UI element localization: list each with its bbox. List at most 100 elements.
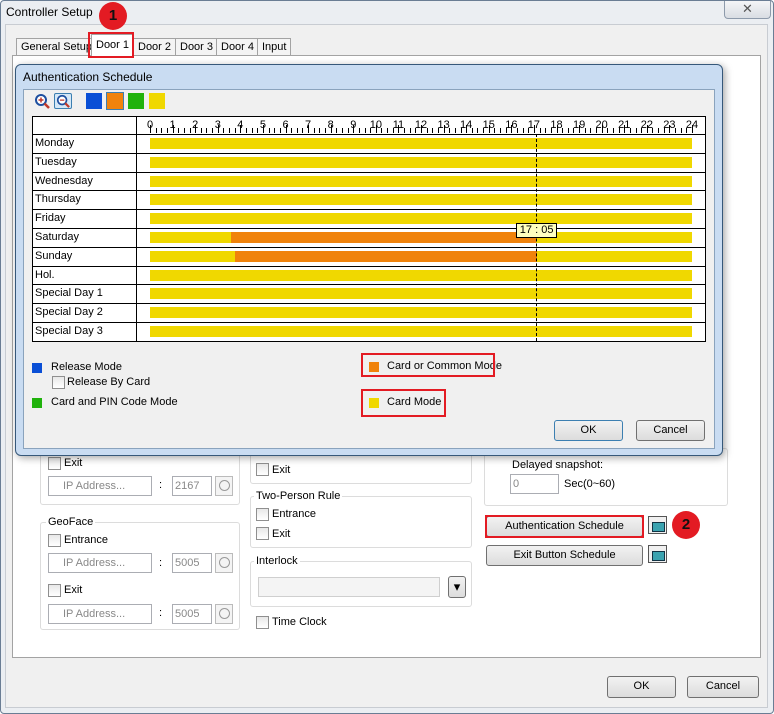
search-icon[interactable] — [215, 604, 233, 624]
card-mode-highlight — [361, 389, 446, 417]
row-divider — [33, 209, 705, 211]
hour-tick — [183, 128, 185, 133]
row-divider — [33, 322, 705, 323]
hour-tick — [443, 125, 445, 133]
two-person-entrance-label: Entrance — [272, 508, 317, 520]
hour-tick — [336, 128, 338, 133]
card-pin-swatch — [32, 398, 42, 408]
tab-door-4[interactable]: Door 4 — [216, 38, 260, 56]
colon-label: : — [159, 479, 163, 491]
hour-tick — [505, 128, 507, 133]
open-exit-schedule-icon[interactable] — [648, 545, 667, 563]
delayed-snapshot-unit: Sec(0~60) — [564, 478, 616, 490]
tab-door-2[interactable]: Door 2 — [133, 38, 177, 56]
schedule-bar[interactable] — [150, 156, 692, 168]
hour-tick — [302, 128, 304, 133]
exit-button-schedule-button[interactable]: Exit Button Schedule — [486, 545, 643, 566]
hour-tick — [364, 128, 366, 133]
schedule-bar[interactable] — [150, 269, 692, 281]
schedule-bar[interactable] — [234, 250, 538, 262]
hour-tick — [471, 128, 473, 133]
zoom-in-icon[interactable] — [33, 93, 51, 109]
schedule-bar[interactable] — [150, 232, 232, 243]
hour-tick — [562, 128, 564, 133]
open-schedule-icon[interactable] — [648, 516, 667, 534]
hour-tick — [618, 128, 620, 133]
middle-exit-checkbox[interactable] — [256, 463, 269, 476]
hour-tick — [234, 128, 236, 133]
step-badge-1: 1 — [99, 2, 127, 30]
row-divider — [33, 190, 705, 192]
schedule-bar[interactable] — [150, 288, 692, 300]
search-icon[interactable] — [215, 553, 233, 573]
time-clock-checkbox[interactable] — [256, 616, 269, 629]
delayed-snapshot-input[interactable]: 0 — [510, 474, 559, 494]
search-icon[interactable] — [215, 476, 233, 496]
hour-tick — [692, 125, 693, 133]
hour-tick — [155, 128, 157, 133]
hour-tick — [245, 128, 247, 133]
row-divider — [33, 171, 705, 173]
two-person-entrance-checkbox[interactable] — [256, 508, 269, 521]
tab-general-setup[interactable]: General Setup — [16, 38, 97, 56]
ok-button[interactable]: OK — [607, 676, 676, 698]
palette-swatch[interactable] — [128, 93, 144, 109]
geoface-exit-checkbox[interactable] — [48, 584, 61, 597]
release-by-card-checkbox[interactable] — [52, 376, 65, 389]
hour-tick — [285, 125, 287, 133]
schedule-grid[interactable]: 0123456789101112131415161718192021222324… — [32, 116, 706, 342]
geoface-port-input-2[interactable]: 5005 — [172, 604, 212, 624]
tab-input[interactable]: Input — [257, 38, 292, 56]
hour-tick — [573, 128, 575, 133]
geoface-ip-input-2[interactable]: IP Address... — [48, 604, 152, 624]
palette-swatch[interactable] — [106, 92, 124, 110]
hour-tick — [257, 128, 259, 133]
dialog-ok-button[interactable]: OK — [554, 420, 623, 441]
zoom-out-icon[interactable] — [54, 93, 72, 109]
schedule-bar[interactable] — [537, 250, 692, 262]
hour-tick — [488, 125, 490, 133]
schedule-bar[interactable] — [231, 232, 536, 243]
hour-tick — [347, 128, 349, 133]
hour-tick — [375, 125, 377, 133]
cancel-button[interactable]: Cancel — [687, 676, 759, 698]
schedule-bar[interactable] — [150, 326, 692, 337]
schedule-bar[interactable] — [150, 250, 235, 262]
tab-door-3[interactable]: Door 3 — [175, 38, 219, 56]
day-label: Thursday — [35, 193, 81, 206]
dialog-cancel-button[interactable]: Cancel — [636, 420, 705, 441]
hour-tick — [533, 125, 535, 133]
hour-tick — [511, 125, 513, 133]
hour-tick — [217, 125, 219, 133]
geoface-ip-input-1[interactable]: IP Address... — [48, 553, 152, 573]
geoface-title: GeoFace — [46, 516, 96, 528]
ip-address-input[interactable]: IP Address... — [48, 476, 152, 496]
hour-tick — [567, 128, 569, 133]
interlock-dropdown[interactable] — [258, 577, 440, 597]
close-button[interactable]: ✕ — [724, 1, 771, 19]
exit-checkbox[interactable] — [48, 457, 61, 470]
hour-tick — [172, 125, 174, 133]
hour-tick — [494, 128, 496, 133]
geoface-port-input-1[interactable]: 5005 — [172, 553, 212, 573]
hour-tick — [596, 128, 598, 133]
release-mode-label: Release Mode — [51, 361, 122, 373]
schedule-bar[interactable] — [150, 175, 692, 187]
middle-exit-label: Exit — [272, 464, 291, 476]
schedule-bar[interactable] — [535, 232, 692, 243]
geoface-entrance-checkbox[interactable] — [48, 534, 61, 547]
hour-tick — [460, 128, 462, 133]
palette-swatch[interactable] — [149, 93, 165, 109]
hour-tick — [454, 128, 456, 133]
dialog-title: Authentication Schedule — [23, 70, 153, 84]
port-input[interactable]: 2167 — [172, 476, 212, 496]
schedule-bar[interactable] — [150, 138, 692, 149]
schedule-bar[interactable] — [150, 307, 692, 319]
two-person-exit-checkbox[interactable] — [256, 527, 269, 540]
schedule-bar[interactable] — [150, 213, 692, 225]
hour-tick — [166, 128, 168, 133]
schedule-bar[interactable] — [150, 194, 692, 206]
chevron-down-icon[interactable]: ▾ — [448, 576, 466, 598]
palette-swatch[interactable] — [86, 93, 102, 109]
hour-tick — [274, 128, 276, 133]
